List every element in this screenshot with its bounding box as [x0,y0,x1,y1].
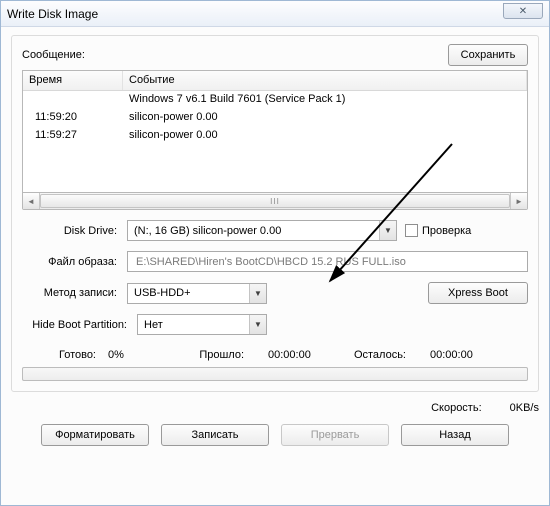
main-panel: Сообщение: Сохранить Время Событие Windo… [11,35,539,392]
disk-drive-value: (N:, 16 GB) silicon-power 0.00 [134,225,281,237]
image-file-label: Файл образа: [22,256,127,268]
log-event: silicon-power 0.00 [123,111,527,129]
ready-value: 0% [108,349,168,361]
hide-boot-label: Hide Boot Partition: [22,319,137,331]
speed-value: 0KB/s [510,402,539,414]
scroll-right-arrow-icon[interactable]: ► [510,193,527,209]
log-body: Windows 7 v6.1 Build 7601 (Service Pack … [23,91,527,192]
button-row: Форматировать Записать Прервать Назад [11,424,539,446]
disk-drive-combo[interactable]: (N:, 16 GB) silicon-power 0.00 ▼ [127,220,397,241]
write-method-label: Метод записи: [22,287,127,299]
log-list: Время Событие Windows 7 v6.1 Build 7601 … [22,70,528,192]
log-time: 11:59:20 [23,111,123,129]
verify-checkbox[interactable]: Проверка [405,224,471,237]
window: Write Disk Image ✕ Сообщение: Сохранить … [0,0,550,506]
write-method-combo[interactable]: USB-HDD+ ▼ [127,283,267,304]
checkbox-box-icon [405,224,418,237]
write-method-value: USB-HDD+ [134,287,191,299]
log-header: Время Событие [23,71,527,91]
elapsed-label: Прошло: [174,349,244,361]
window-title: Write Disk Image [7,7,98,21]
save-button[interactable]: Сохранить [448,44,528,66]
disk-drive-label: Disk Drive: [22,225,127,237]
write-button[interactable]: Записать [161,424,269,446]
format-button[interactable]: Форматировать [41,424,149,446]
hide-boot-value: Нет [144,319,163,331]
close-button[interactable]: ✕ [503,3,543,19]
col-event-header[interactable]: Событие [123,71,527,90]
log-time: 11:59:27 [23,129,123,147]
hide-boot-combo[interactable]: Нет ▼ [137,314,267,335]
image-file-field[interactable] [134,252,521,271]
verify-label: Проверка [422,225,471,237]
log-row: Windows 7 v6.1 Build 7601 (Service Pack … [23,93,527,111]
log-time [23,93,123,111]
back-button[interactable]: Назад [401,424,509,446]
chevron-down-icon: ▼ [379,221,396,240]
close-icon: ✕ [519,6,527,17]
remain-value: 00:00:00 [412,349,473,361]
log-row: 11:59:20 silicon-power 0.00 [23,111,527,129]
chevron-down-icon: ▼ [249,284,266,303]
remain-label: Осталось: [326,349,406,361]
scroll-left-arrow-icon[interactable]: ◄ [23,193,40,209]
image-file-input[interactable] [127,251,528,272]
ready-label: Готово: [22,349,102,361]
log-event: Windows 7 v6.1 Build 7601 (Service Pack … [123,93,527,111]
abort-button: Прервать [281,424,389,446]
log-event: silicon-power 0.00 [123,129,527,147]
speed-label: Скорость: [431,402,482,414]
message-label: Сообщение: [22,49,448,61]
col-time-header[interactable]: Время [23,71,123,90]
scroll-thumb[interactable]: III [40,194,510,208]
progress-bar [22,367,528,381]
elapsed-value: 00:00:00 [250,349,320,361]
horizontal-scrollbar[interactable]: ◄ III ► [22,192,528,210]
chevron-down-icon: ▼ [249,315,266,334]
log-row: 11:59:27 silicon-power 0.00 [23,129,527,147]
xpress-boot-button[interactable]: Xpress Boot [428,282,528,304]
titlebar[interactable]: Write Disk Image ✕ [1,1,549,27]
